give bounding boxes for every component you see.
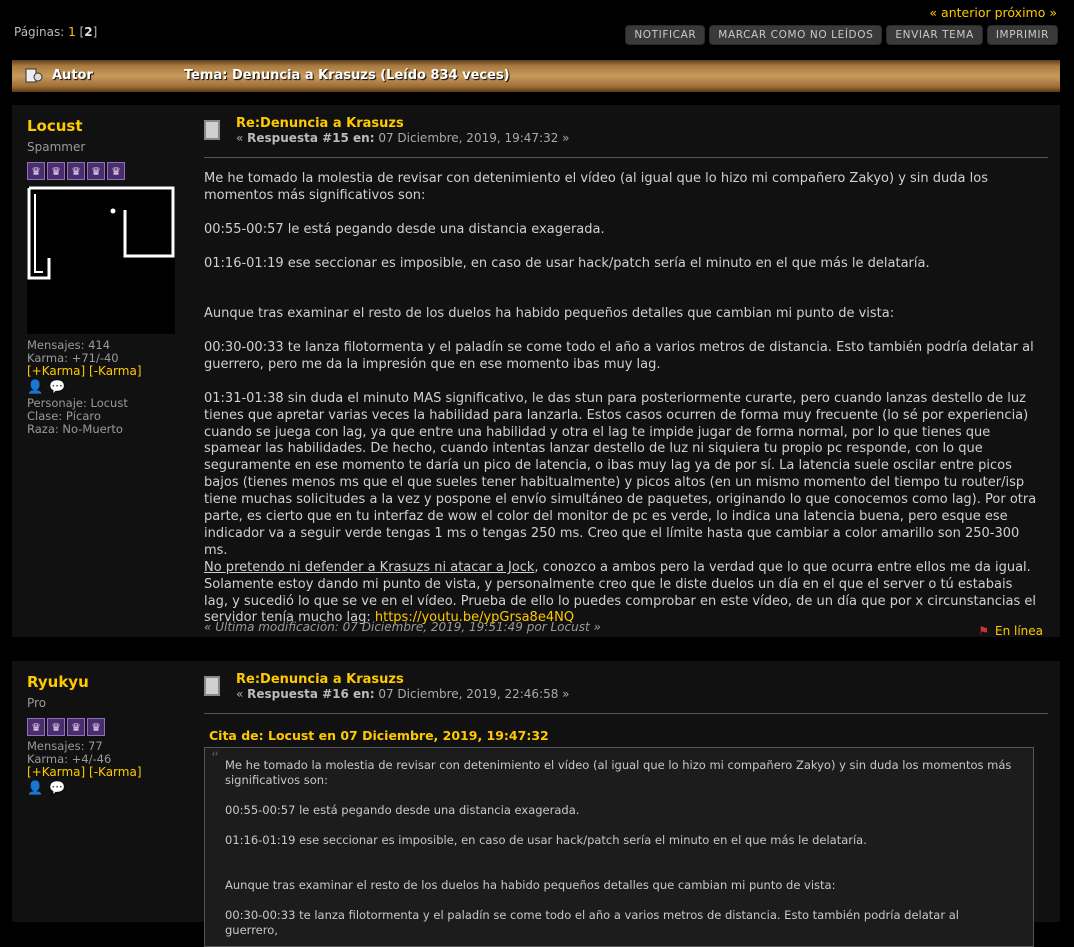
star-icon: ♛	[87, 162, 105, 180]
post-content: Re:Denuncia a Krasuzs « Respuesta #16 en…	[204, 672, 1048, 947]
karma-plus-link[interactable]: [+Karma]	[27, 765, 85, 779]
topic-title: Tema: Denuncia a Krasuzs (Leído 834 vece…	[184, 68, 510, 83]
send-topic-button[interactable]: ENVIAR TEMA	[886, 25, 983, 45]
online-status: ⚑ En línea	[978, 624, 1043, 638]
quote-paragraph: Aunque tras examinar el resto de los due…	[225, 878, 836, 892]
rank-stars: ♛ ♛ ♛ ♛	[27, 718, 187, 736]
prev-link[interactable]: « anterior	[929, 5, 990, 20]
poster-info: Locust Spammer ♛ ♛ ♛ ♛ ♛ Mensajes: 414 K…	[27, 117, 187, 436]
author-column-label: Autor	[52, 68, 93, 83]
divider	[204, 157, 1048, 158]
online-label: En línea	[994, 624, 1043, 638]
star-icon: ♛	[87, 718, 105, 736]
poster-name[interactable]: Ryukyu	[27, 673, 89, 691]
underlined-text: No pretendo ni defender a Krasuzs ni ata…	[204, 559, 535, 575]
karma-minus-link[interactable]: [-Karma]	[89, 364, 141, 378]
quote-paragraph: 00:30-00:33 te lanza filotormenta y el p…	[225, 908, 959, 937]
topic-actions: NOTIFICAR MARCAR COMO NO LEÍDOS ENVIAR T…	[625, 25, 1058, 45]
reply-number: Respuesta #16 en:	[247, 687, 375, 701]
quote-paragraph: 01:16-01:19 ese seccionar es imposible, …	[225, 833, 867, 847]
post-paragraph: 01:31-01:38 sin duda el minuto MAS signi…	[204, 390, 1037, 558]
divider	[204, 713, 1048, 714]
post-content: Re:Denuncia a Krasuzs « Respuesta #15 en…	[204, 116, 1048, 638]
post-paragraph: No pretendo ni defender a Krasuzs ni ata…	[204, 560, 1040, 628]
post-paragraph: Aunque tras examinar el resto de los due…	[204, 306, 895, 322]
print-button[interactable]: IMPRIMIR	[986, 25, 1058, 45]
post-icon	[204, 120, 220, 140]
author-icon	[25, 68, 43, 83]
poster-rank: Spammer	[27, 140, 86, 154]
profile-icon[interactable]: 👤	[27, 381, 43, 394]
post-subject-link[interactable]: Re:Denuncia a Krasuzs	[236, 116, 404, 131]
quote-box: “ Me he tomado la molestia de revisar co…	[204, 747, 1034, 947]
poster-race: Raza: No-Muerto	[27, 422, 123, 436]
post-paragraph: 01:16-01:19 ese seccionar es imposible, …	[204, 255, 930, 271]
post-body: Me he tomado la molestia de revisar con …	[204, 171, 1040, 627]
post-meta: « Respuesta #15 en: 07 Diciembre, 2019, …	[236, 131, 570, 145]
post-meta: « Respuesta #16 en: 07 Diciembre, 2019, …	[236, 687, 570, 701]
post-paragraph: 00:55-00:57 le está pegando desde una di…	[204, 221, 605, 237]
poster-info: Ryukyu Pro ♛ ♛ ♛ ♛ Mensajes: 77 Karma: +…	[27, 673, 187, 798]
current-page: 2	[84, 25, 93, 39]
star-icon: ♛	[47, 162, 65, 180]
page-index: Páginas: 1 [2]	[14, 25, 98, 39]
post-icon	[204, 676, 220, 696]
star-icon: ♛	[27, 162, 45, 180]
online-icon: ⚑	[978, 624, 989, 638]
star-icon: ♛	[67, 718, 85, 736]
quote-paragraph: Me he tomado la molestia de revisar con …	[225, 758, 1012, 787]
message-icon[interactable]: 💬	[49, 381, 65, 394]
post-subject-link[interactable]: Re:Denuncia a Krasuzs	[236, 672, 404, 687]
topic-header: Autor Tema: Denuncia a Krasuzs (Leído 83…	[12, 60, 1060, 92]
reply-number: Respuesta #15 en:	[247, 131, 375, 145]
post-date: 07 Diciembre, 2019, 19:47:32 »	[378, 131, 570, 145]
post: Ryukyu Pro ♛ ♛ ♛ ♛ Mensajes: 77 Karma: +…	[12, 661, 1060, 947]
karma-minus-link[interactable]: [-Karma]	[89, 765, 141, 779]
quote-header: Cita de: Locust en 07 Diciembre, 2019, 1…	[209, 728, 549, 743]
poster-name[interactable]: Locust	[27, 117, 83, 135]
quote-icon: “	[211, 748, 220, 767]
quote-paragraph: 00:55-00:57 le está pegando desde una di…	[225, 803, 580, 817]
post-paragraph: 00:30-00:33 te lanza filotormenta y el p…	[204, 339, 1034, 372]
pagination-links: « anterior próximo »	[929, 5, 1057, 20]
karma-plus-link[interactable]: [+Karma]	[27, 364, 85, 378]
star-icon: ♛	[107, 162, 125, 180]
rank-stars: ♛ ♛ ♛ ♛ ♛	[27, 162, 187, 180]
message-icon[interactable]: 💬	[49, 782, 65, 795]
pages-label: Páginas:	[14, 25, 65, 39]
post-paragraph: Me he tomado la molestia de revisar con …	[204, 171, 988, 203]
post-date: 07 Diciembre, 2019, 22:46:58 »	[378, 687, 570, 701]
star-icon: ♛	[47, 718, 65, 736]
star-icon: ♛	[67, 162, 85, 180]
star-icon: ♛	[27, 718, 45, 736]
avatar	[27, 186, 175, 334]
next-link[interactable]: próximo »	[995, 5, 1057, 20]
last-modified: « Última modificación: 07 Diciembre, 201…	[204, 620, 601, 634]
post: Locust Spammer ♛ ♛ ♛ ♛ ♛ Mensajes: 414 K…	[12, 105, 1060, 638]
page-1-link[interactable]: 1	[68, 25, 76, 39]
poster-rank: Pro	[27, 696, 47, 710]
profile-icon[interactable]: 👤	[27, 782, 43, 795]
mark-unread-button[interactable]: MARCAR COMO NO LEÍDOS	[709, 25, 883, 45]
notify-button[interactable]: NOTIFICAR	[625, 25, 706, 45]
